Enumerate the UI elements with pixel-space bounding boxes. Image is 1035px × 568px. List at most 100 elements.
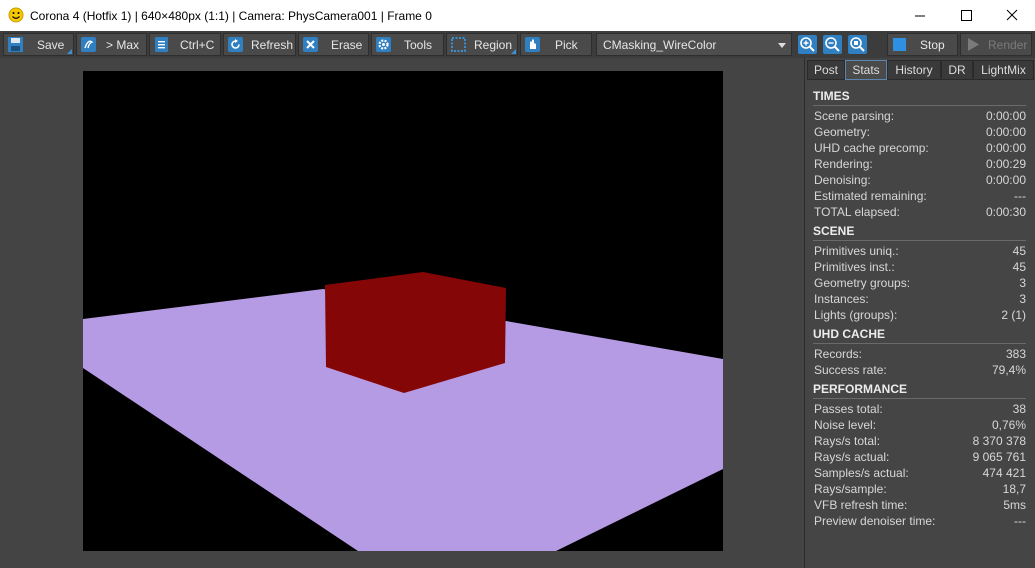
stat-row: Success rate: 79,4% <box>813 362 1026 378</box>
stats-list: TIMES Scene parsing: 0:00:00 Geometry: 0:00… <box>813 85 1026 529</box>
stat-value: 0:00:00 <box>985 141 1026 155</box>
stat-row: Preview denoiser time: --- <box>813 513 1026 529</box>
stat-row: TOTAL elapsed: 0:00:30 <box>813 204 1026 220</box>
zoom-fit-icon[interactable] <box>847 34 868 55</box>
zoom-in-icon[interactable] <box>797 34 818 55</box>
stat-value: 474 421 <box>982 466 1026 480</box>
stat-label: Samples/s actual: <box>814 466 909 480</box>
stat-label: Denoising: <box>814 173 871 187</box>
zoom-out-icon[interactable] <box>822 34 843 55</box>
copy-button[interactable]: Ctrl+C <box>149 33 221 56</box>
stat-value: 9 065 761 <box>972 450 1026 464</box>
stat-value: 8 370 378 <box>972 434 1026 448</box>
stat-row: VFB refresh time: 5ms <box>813 497 1026 513</box>
stat-value: 38 <box>1012 402 1026 416</box>
tab-stats[interactable]: Stats <box>845 60 887 80</box>
stat-row: Estimated remaining: --- <box>813 188 1026 204</box>
render-viewport <box>0 58 804 568</box>
stat-value: 383 <box>1005 347 1026 361</box>
clipboard-icon <box>155 37 168 52</box>
save-icon <box>8 37 23 52</box>
stat-row: Rays/sample: 18,7 <box>813 481 1026 497</box>
stat-row: Primitives inst.: 45 <box>813 259 1026 275</box>
channel-select[interactable]: CMasking_WireColor <box>596 33 792 56</box>
stat-label: Rays/sample: <box>814 482 887 496</box>
stat-value: --- <box>1014 514 1026 528</box>
stat-label: Lights (groups): <box>814 308 898 322</box>
stat-row: Instances: 3 <box>813 291 1026 307</box>
stat-row: Rays/s total: 8 370 378 <box>813 433 1026 449</box>
section-title: UHD CACHE <box>813 326 1026 344</box>
stat-row: Primitives uniq.: 45 <box>813 243 1026 259</box>
tools-button[interactable]: Tools <box>371 33 444 56</box>
stat-value: 0,76% <box>991 418 1026 432</box>
rendered-scene <box>83 272 723 551</box>
play-icon <box>968 38 979 51</box>
stat-value: 2 (1) <box>1001 308 1026 322</box>
send-to-max-button[interactable]: > Max <box>76 33 147 56</box>
max-icon <box>81 37 96 52</box>
stat-label: Passes total: <box>814 402 883 416</box>
save-button[interactable]: Save <box>3 33 74 56</box>
stat-label: Preview denoiser time: <box>814 514 936 528</box>
tab-dr[interactable]: DR <box>941 60 973 80</box>
close-icon <box>1006 9 1018 21</box>
dropdown-corner-icon <box>67 49 72 54</box>
close-button[interactable] <box>989 0 1035 31</box>
refresh-button[interactable]: Refresh <box>223 33 296 56</box>
stat-label: Rays/s total: <box>814 434 881 448</box>
stat-label: Instances: <box>814 292 869 306</box>
stat-value: --- <box>1014 189 1026 203</box>
panel-tabs: Post Stats History DR LightMix <box>805 60 1035 80</box>
stat-label: Scene parsing: <box>814 109 895 123</box>
stat-label: Primitives inst.: <box>814 260 895 274</box>
window-title: Corona 4 (Hotfix 1) | 640×480px (1:1) | … <box>30 9 432 23</box>
render-image[interactable] <box>83 71 723 551</box>
stat-label: Rendering: <box>814 157 873 171</box>
stat-label: UHD cache precomp: <box>814 141 929 155</box>
pick-hand-icon <box>525 37 540 52</box>
region-icon <box>451 37 466 52</box>
maximize-button[interactable] <box>943 0 989 31</box>
stat-row: Passes total: 38 <box>813 401 1026 417</box>
stat-value: 3 <box>1019 292 1026 306</box>
dropdown-corner-icon <box>511 49 516 54</box>
stat-value: 0:00:00 <box>985 109 1026 123</box>
title-bar: Corona 4 (Hotfix 1) | 640×480px (1:1) | … <box>0 0 1035 31</box>
stat-row: Samples/s actual: 474 421 <box>813 465 1026 481</box>
toolbar: Save > Max Ctrl+C Refresh Erase Tools Re… <box>0 31 1035 59</box>
stat-row: Geometry: 0:00:00 <box>813 124 1026 140</box>
stat-value: 18,7 <box>1002 482 1026 496</box>
gear-icon <box>376 37 391 52</box>
stat-value: 3 <box>1019 276 1026 290</box>
section-title: SCENE <box>813 223 1026 241</box>
minimize-button[interactable] <box>897 0 943 31</box>
stat-label: Estimated remaining: <box>814 189 927 203</box>
stat-value: 0:00:29 <box>985 157 1026 171</box>
stat-value: 0:00:00 <box>985 173 1026 187</box>
stat-value: 0:00:00 <box>985 125 1026 139</box>
stat-label: Primitives uniq.: <box>814 244 899 258</box>
stat-label: TOTAL elapsed: <box>814 205 900 219</box>
stat-row: Denoising: 0:00:00 <box>813 172 1026 188</box>
corona-logo-icon <box>8 7 24 23</box>
tab-post[interactable]: Post <box>807 60 845 80</box>
tab-history[interactable]: History <box>887 60 941 80</box>
render-button[interactable]: Render <box>960 33 1032 56</box>
side-panel: Post Stats History DR LightMix TIMES Sce… <box>804 58 1035 568</box>
stat-label: Rays/s actual: <box>814 450 890 464</box>
stat-row: Scene parsing: 0:00:00 <box>813 108 1026 124</box>
maximize-icon <box>961 10 972 21</box>
region-button[interactable]: Region <box>446 33 518 56</box>
stat-row: UHD cache precomp: 0:00:00 <box>813 140 1026 156</box>
stop-button[interactable]: Stop <box>887 33 958 56</box>
erase-button[interactable]: Erase <box>298 33 369 56</box>
stat-label: VFB refresh time: <box>814 498 908 512</box>
stat-row: Records: 383 <box>813 346 1026 362</box>
tab-lightmix[interactable]: LightMix <box>973 60 1034 80</box>
stat-value: 45 <box>1012 244 1026 258</box>
pick-button[interactable]: Pick <box>520 33 592 56</box>
stat-row: Rays/s actual: 9 065 761 <box>813 449 1026 465</box>
stat-value: 5ms <box>1003 498 1026 512</box>
stat-label: Records: <box>814 347 863 361</box>
